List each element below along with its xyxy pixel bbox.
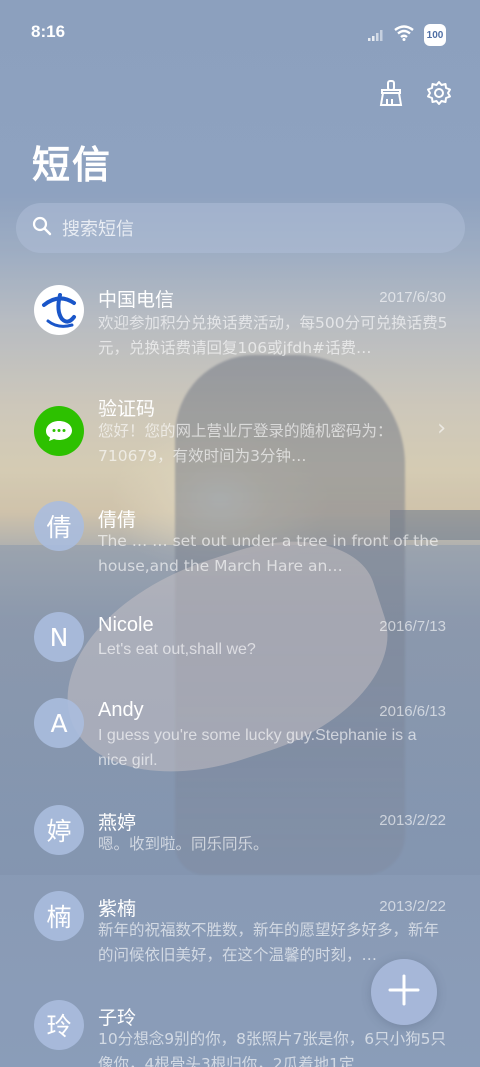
conversation-date: 2016/7/13 bbox=[379, 618, 446, 635]
conversation-date: 2017/6/30 bbox=[379, 289, 446, 306]
search-input[interactable]: 搜索短信 bbox=[16, 203, 465, 253]
conversation-date: 2013/2/22 bbox=[379, 812, 446, 829]
conversation-preview: 欢迎参加积分兑换话费活动，每500分可兑换话费5元，兑换话费请回复106或jfd… bbox=[98, 314, 448, 357]
battery-icon: 100 bbox=[424, 24, 446, 46]
conversation-preview: 您好！您的网上营业厅登录的随机密码为：710679，有效时间为3分钟… bbox=[98, 422, 393, 465]
conversation-preview: Let's eat out,shall we? bbox=[98, 641, 256, 658]
avatar: N bbox=[34, 612, 84, 662]
conversation-item[interactable]: 中国电信 2017/6/30 欢迎参加积分兑换话费活动，每500分可兑换话费5元… bbox=[0, 280, 480, 370]
clean-brush-icon[interactable] bbox=[376, 78, 406, 108]
conversation-name: 紫楠 bbox=[98, 898, 137, 920]
avatar: 玲 bbox=[34, 1000, 84, 1050]
avatar: 倩 bbox=[34, 501, 84, 551]
conversation-name: 倩倩 bbox=[98, 509, 137, 531]
conversation-item[interactable]: 验证码 › 您好！您的网上营业厅登录的随机密码为：710679，有效时间为3分钟… bbox=[0, 394, 480, 474]
wifi-icon bbox=[394, 25, 414, 45]
conversation-preview: I guess you're some lucky guy.Stephanie … bbox=[98, 727, 417, 769]
conversation-name: Andy bbox=[98, 699, 144, 721]
avatar: 婷 bbox=[34, 805, 84, 855]
conversation-name: 子玲 bbox=[98, 1007, 137, 1029]
conversation-item[interactable]: 倩 倩倩 The … … set out under a tree in fro… bbox=[0, 501, 480, 581]
page-title: 短信 bbox=[32, 143, 113, 187]
conversation-date: 2013/2/22 bbox=[379, 898, 446, 915]
telecom-logo-icon bbox=[34, 285, 84, 335]
signal-icon bbox=[368, 26, 384, 45]
conversation-name: 验证码 bbox=[98, 398, 156, 420]
status-bar: 8:16 100 bbox=[0, 0, 480, 66]
conversation-name: 燕婷 bbox=[98, 812, 137, 834]
chat-bubble-icon bbox=[34, 406, 84, 456]
conversation-name: Nicole bbox=[98, 614, 154, 636]
conversation-preview: 嗯。收到啦。同乐同乐。 bbox=[98, 835, 269, 853]
search-placeholder: 搜索短信 bbox=[62, 219, 134, 240]
conversation-item[interactable]: N Nicole 2016/7/13 Let's eat out,shall w… bbox=[0, 610, 480, 670]
avatar: 楠 bbox=[34, 891, 84, 941]
plus-icon bbox=[387, 973, 421, 1011]
search-icon bbox=[32, 216, 52, 240]
status-time: 8:16 bbox=[31, 22, 66, 41]
new-message-button[interactable] bbox=[371, 959, 437, 1025]
conversation-name: 中国电信 bbox=[98, 289, 175, 311]
chevron-right-icon: › bbox=[437, 416, 446, 441]
conversation-preview: The … … set out under a tree in front of… bbox=[98, 532, 439, 575]
avatar: A bbox=[34, 698, 84, 748]
conversation-item[interactable]: 婷 燕婷 2013/2/22 嗯。收到啦。同乐同乐。 bbox=[0, 805, 480, 865]
settings-gear-icon[interactable] bbox=[424, 78, 454, 108]
conversation-preview: 10分想念9别的你，8张照片7张是你，6只小狗5只像你，4根骨头3根归你，2瓜着… bbox=[98, 1030, 447, 1067]
conversation-item[interactable]: A Andy 2016/6/13 I guess you're some luc… bbox=[0, 696, 480, 776]
conversation-date: 2016/6/13 bbox=[379, 703, 446, 720]
